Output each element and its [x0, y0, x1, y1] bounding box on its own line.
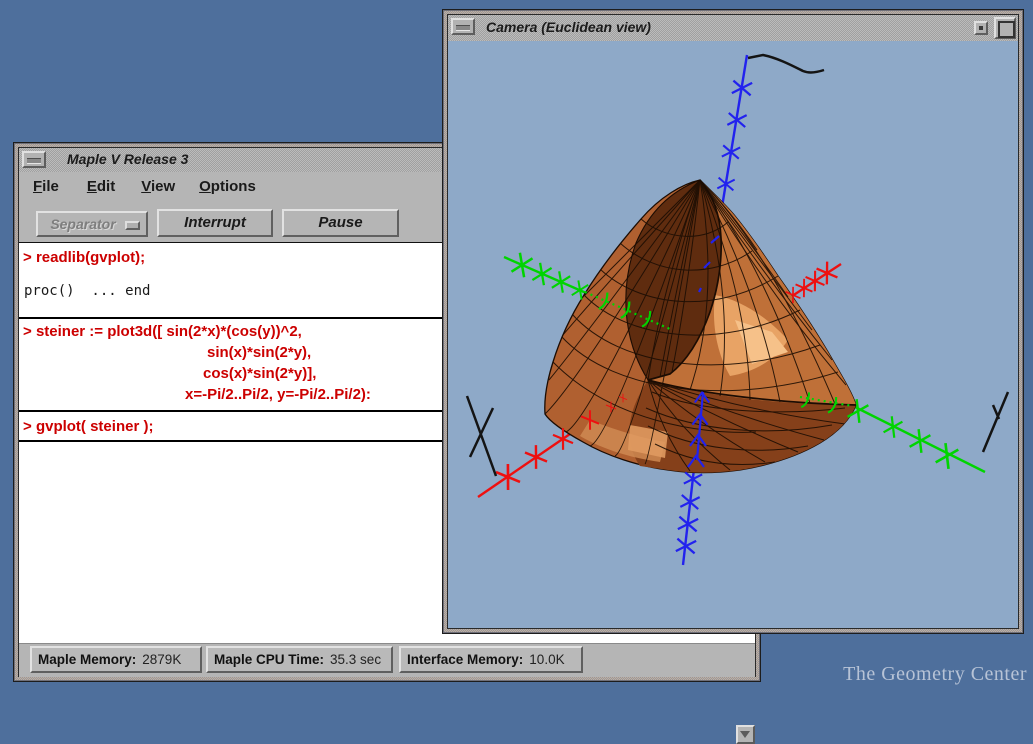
maple-statusbar: Maple Memory: 2879K Maple CPU Time: 35.3 s…	[19, 643, 755, 677]
cell2-prompt: >	[23, 323, 32, 340]
window-menu-button[interactable]	[451, 18, 475, 35]
cell1-command[interactable]: readlib(gvplot);	[36, 249, 145, 266]
cell1-input[interactable]: > readlib(gvplot);	[23, 249, 145, 266]
option-menu-icon	[125, 221, 140, 230]
menu-options[interactable]: Options	[197, 178, 258, 195]
axis-label-z	[748, 55, 824, 73]
status-maple-memory: Maple Memory: 2879K	[30, 646, 202, 673]
axis-label-y	[983, 392, 1008, 452]
separator-option-menu[interactable]: Separator	[36, 211, 148, 237]
cell2-input-line1[interactable]: > steiner := plot3d([ sin(2*x)*(cos(y))^…	[23, 323, 302, 340]
interrupt-button[interactable]: Interrupt	[157, 209, 273, 237]
cell1-output: proc() ... end	[24, 283, 150, 299]
steiner-surface-plot[interactable]	[448, 41, 1018, 628]
maple-window-title: Maple V Release 3	[67, 151, 188, 167]
pause-button[interactable]: Pause	[282, 209, 399, 237]
cell1-prompt: >	[23, 249, 32, 266]
status-interface-memory: Interface Memory: 10.0K	[399, 646, 583, 673]
status-label: Interface Memory:	[407, 652, 523, 667]
desktop: { "desktop": { "credit": "The Geometry C…	[0, 0, 1033, 691]
cell2-input-line3[interactable]: cos(x)*sin(2*y)],	[203, 365, 316, 382]
cell2-input-line2[interactable]: sin(x)*sin(2*y),	[207, 344, 311, 361]
menu-view[interactable]: View	[139, 178, 177, 195]
cell3-input[interactable]: > gvplot( steiner );	[23, 418, 153, 435]
minimize-icon	[979, 26, 983, 30]
minimize-button[interactable]	[974, 21, 988, 35]
window-menu-icon	[27, 158, 41, 164]
window-menu-button[interactable]	[22, 151, 46, 168]
separator-label: Separator	[50, 216, 115, 232]
status-value: 35.3 sec	[330, 652, 381, 667]
maximize-icon	[998, 21, 1015, 38]
menu-file[interactable]: File	[31, 178, 61, 195]
camera-3d-viewport[interactable]	[448, 41, 1018, 628]
status-cpu-time: Maple CPU Time: 35.3 sec	[206, 646, 393, 673]
status-value: 10.0K	[529, 652, 564, 667]
cell3-prompt: >	[23, 418, 32, 435]
axis-label-x	[467, 396, 496, 476]
camera-window: Camera (Euclidean view)	[443, 10, 1023, 633]
scroll-down-icon	[740, 731, 750, 738]
scroll-down-button[interactable]	[736, 725, 755, 744]
camera-titlebar[interactable]: Camera (Euclidean view)	[448, 15, 1018, 42]
status-label: Maple Memory:	[38, 652, 136, 667]
cell3-command[interactable]: gvplot( steiner );	[36, 418, 154, 435]
menu-edit[interactable]: Edit	[85, 178, 117, 195]
window-menu-icon	[456, 25, 470, 31]
status-label: Maple CPU Time:	[214, 652, 324, 667]
camera-window-title: Camera (Euclidean view)	[486, 19, 651, 35]
cell2-command-line1[interactable]: steiner := plot3d([ sin(2*x)*(cos(y))^2,	[36, 323, 302, 340]
desktop-credit: The Geometry Center	[843, 663, 1027, 686]
cell2-input-line4[interactable]: x=-Pi/2..Pi/2, y=-Pi/2..Pi/2):	[185, 386, 371, 403]
status-value: 2879K	[142, 652, 181, 667]
maximize-button[interactable]	[994, 17, 1016, 39]
camera-window-inner: Camera (Euclidean view)	[448, 15, 1018, 628]
